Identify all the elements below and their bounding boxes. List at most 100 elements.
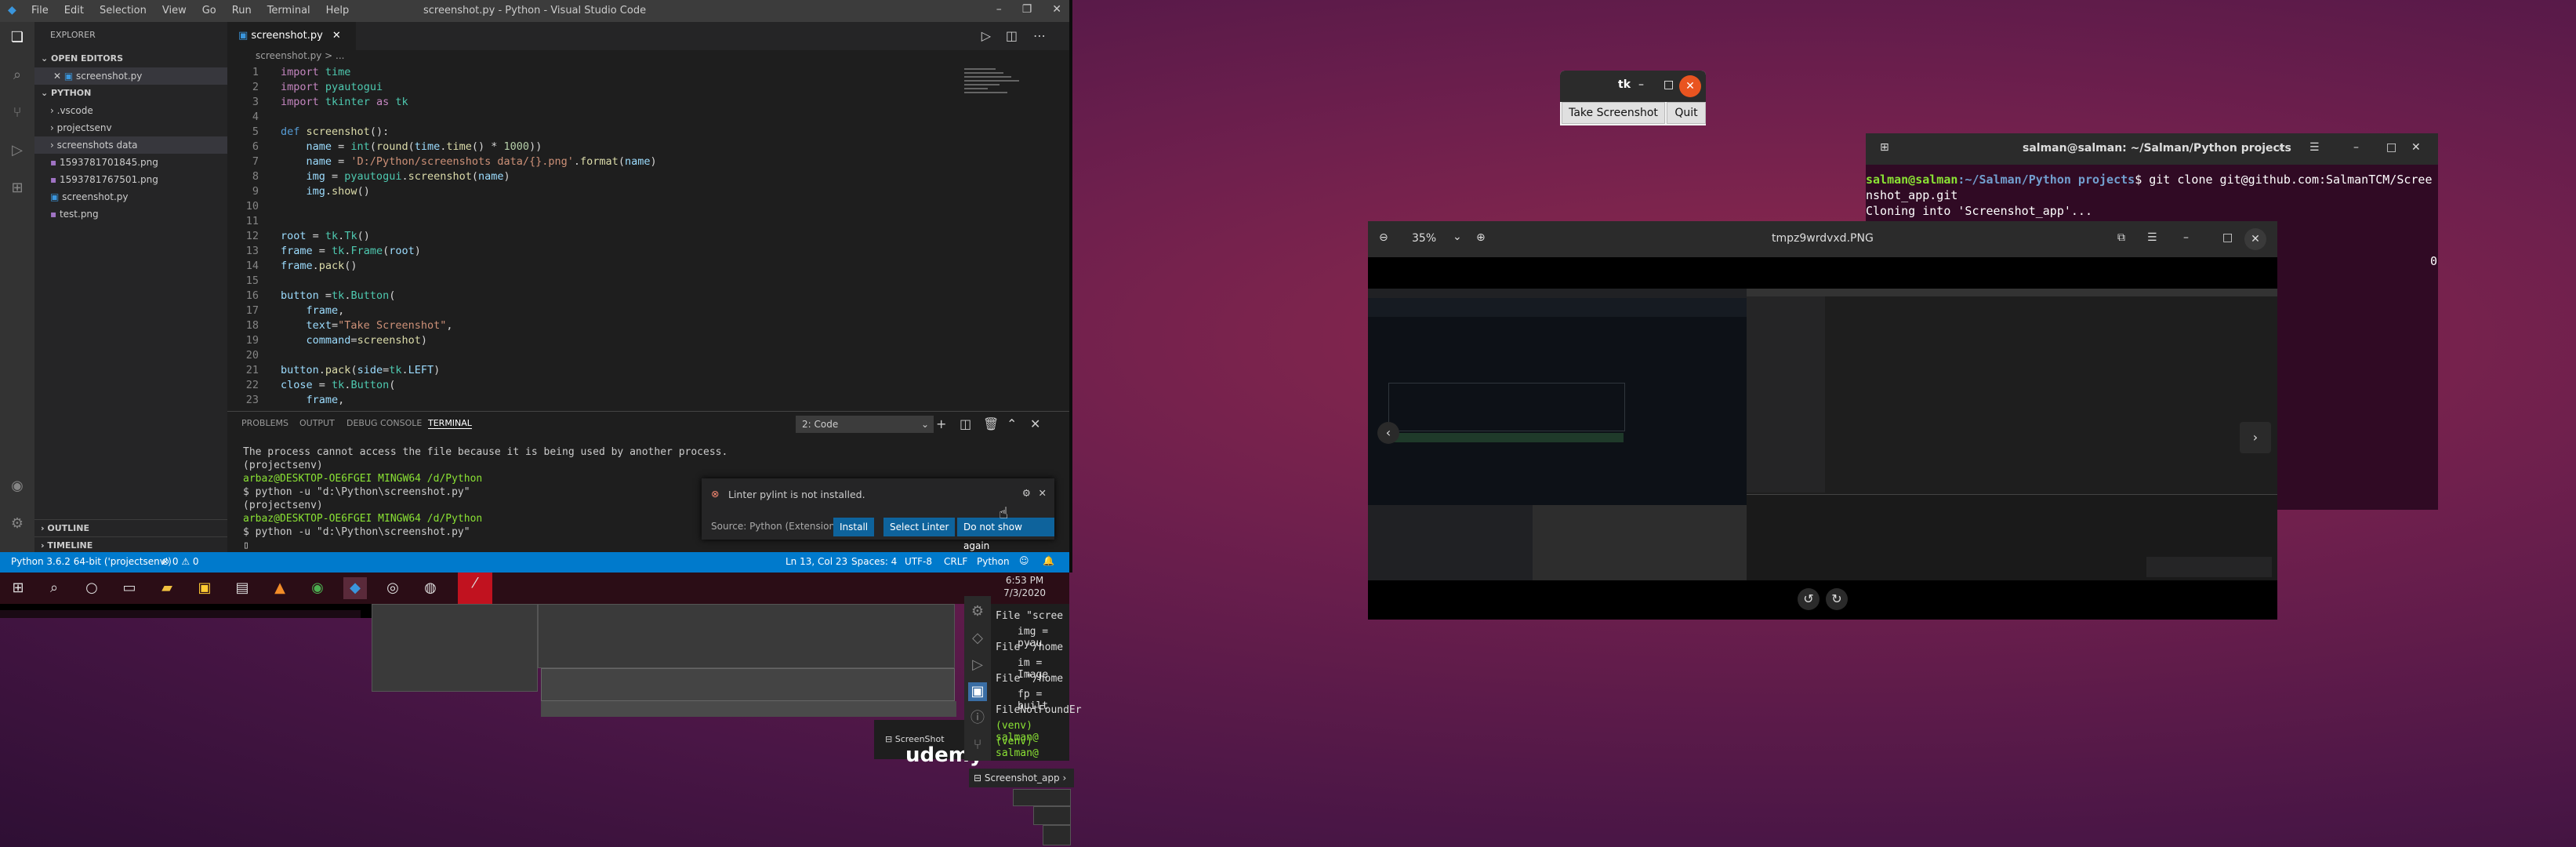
menu-go[interactable]: Go: [202, 5, 216, 16]
language-mode[interactable]: Python: [977, 556, 1010, 567]
search-icon[interactable]: ⌕: [8, 66, 27, 85]
zoom-level[interactable]: 35%: [1412, 232, 1436, 245]
menu-edit[interactable]: Edit: [64, 5, 84, 16]
rotate-icon[interactable]: ⧉: [2117, 231, 2125, 244]
tab-terminal[interactable]: TERMINAL: [428, 418, 472, 429]
gear-icon[interactable]: ⚙: [1022, 487, 1031, 499]
account-icon[interactable]: ◉: [8, 477, 27, 496]
task-view-icon[interactable]: ▭: [118, 577, 141, 599]
tab-problems[interactable]: PROBLEMS: [241, 418, 288, 428]
outline-section[interactable]: › OUTLINE: [34, 519, 234, 537]
open-editor-item[interactable]: ✕ ▣ screenshot.py: [34, 67, 246, 85]
file-explorer-icon[interactable]: ▰: [155, 577, 179, 599]
search-icon[interactable]: ⌕: [2278, 141, 2284, 154]
split-editor-icon[interactable]: ◫: [1006, 28, 1018, 43]
more-actions-icon[interactable]: ⋯: [1033, 28, 1046, 43]
run-icon[interactable]: ▷: [981, 28, 991, 43]
vlc-icon[interactable]: ▲: [268, 577, 292, 599]
close-icon[interactable]: ✕: [2244, 228, 2266, 250]
zoom-out-icon[interactable]: ⊖: [1379, 231, 1388, 244]
close-icon[interactable]: ✕: [1679, 75, 1701, 97]
eol[interactable]: CRLF: [944, 556, 967, 567]
next-image-icon[interactable]: ›: [2240, 422, 2271, 453]
run-debug-icon[interactable]: ▷: [8, 141, 27, 160]
run-icon[interactable]: ▷: [968, 656, 987, 674]
tab-output[interactable]: OUTPUT: [299, 418, 335, 428]
install-button[interactable]: Install: [833, 518, 875, 536]
tab-debug-console[interactable]: DEBUG CONSOLE: [346, 418, 422, 428]
explorer-item-screenshots-data[interactable]: › screenshots data: [34, 136, 243, 154]
chevron-down-icon[interactable]: ⌄: [1453, 231, 1462, 243]
cortana-icon[interactable]: ○: [80, 577, 103, 599]
minimize-icon[interactable]: –: [1638, 78, 1644, 91]
github-icon[interactable]: ◍: [419, 577, 442, 599]
info-icon[interactable]: ⓘ: [968, 709, 987, 728]
explorer-icon[interactable]: ▣: [968, 682, 987, 701]
trash-icon[interactable]: 🗑: [983, 416, 999, 431]
windows-start-icon[interactable]: ⊞: [6, 577, 30, 599]
indentation[interactable]: Spaces: 4: [851, 556, 897, 567]
encoding[interactable]: UTF-8: [905, 556, 932, 567]
maximize-icon[interactable]: □: [2386, 141, 2396, 154]
displayed-screenshot[interactable]: ‹ ›: [1368, 289, 2277, 581]
search-icon[interactable]: ⌕: [42, 577, 66, 599]
take-screenshot-button[interactable]: Take Screenshot: [1562, 102, 1665, 124]
minimize-icon[interactable]: –: [2183, 231, 2189, 244]
vscode-taskbar-icon[interactable]: ◆: [343, 577, 367, 599]
active-app-icon[interactable]: ⁄: [458, 573, 492, 604]
close-icon[interactable]: ✕: [2411, 141, 2421, 154]
hamburger-menu-icon[interactable]: ☰: [2147, 231, 2157, 244]
code-editor[interactable]: 1 import time 2 import pyautogui 3 impor…: [227, 66, 1069, 411]
close-icon[interactable]: ✕: [1039, 487, 1047, 499]
cursor-position[interactable]: Ln 13, Col 23: [785, 556, 847, 567]
settings-gear-icon[interactable]: ⚙: [968, 602, 987, 621]
python-interpreter[interactable]: Python 3.6.2 64-bit ('projectsenv'): [11, 556, 172, 567]
terminal-selector[interactable]: 2: Code ⌄: [796, 416, 934, 433]
explorer-item-screenshot-py[interactable]: ▣ screenshot.py: [34, 188, 243, 205]
menu-run[interactable]: Run: [232, 5, 252, 16]
close-icon[interactable]: ✕: [1052, 3, 1061, 16]
close-tab-icon[interactable]: ✕: [332, 30, 341, 42]
menu-selection[interactable]: Selection: [100, 5, 147, 16]
chrome-icon[interactable]: ◉: [306, 577, 329, 599]
minimap[interactable]: [964, 66, 1035, 144]
previous-image-icon[interactable]: ‹: [1377, 422, 1399, 444]
maximize-icon[interactable]: □: [1664, 78, 1674, 91]
source-control-icon[interactable]: ⑂: [8, 104, 27, 122]
close-panel-icon[interactable]: ✕: [1030, 416, 1040, 431]
menu-view[interactable]: View: [162, 5, 187, 16]
zoom-in-icon[interactable]: ⊕: [1476, 231, 1486, 244]
explorer-icon[interactable]: ❏: [8, 28, 27, 47]
branch-icon[interactable]: ⑂: [968, 736, 987, 754]
maximize-panel-icon[interactable]: ⌃: [1007, 416, 1017, 431]
explorer-item-png1[interactable]: ▪ 1593781701845.png: [34, 154, 243, 171]
clock[interactable]: 6:53 PM 7/3/2020: [1003, 574, 1046, 599]
problems-count[interactable]: ⊗ 0 ⚠ 0: [161, 556, 199, 567]
explorer-item-png2[interactable]: ▪ 1593781767501.png: [34, 171, 243, 188]
add-terminal-icon[interactable]: +: [936, 416, 946, 431]
maximize-icon[interactable]: □: [2222, 231, 2233, 244]
folder-section[interactable]: ⌄ PYTHON: [34, 85, 234, 102]
extensions-icon[interactable]: ⊞: [8, 179, 27, 198]
restore-icon[interactable]: ❐: [1022, 3, 1032, 16]
explorer-item-test-png[interactable]: ▪ test.png: [34, 205, 243, 223]
tab-screenshot-py[interactable]: ▣ screenshot.py ✕: [227, 22, 356, 50]
select-linter-button[interactable]: Select Linter: [883, 518, 956, 536]
open-editors-section[interactable]: ⌄ OPEN EDITORS: [34, 50, 234, 67]
rotate-right-icon[interactable]: ↻: [1826, 588, 1848, 610]
split-terminal-icon[interactable]: ◫: [960, 416, 971, 431]
breadcrumb[interactable]: screenshot.py > ...: [227, 50, 1098, 66]
bell-icon[interactable]: 🔔: [1043, 555, 1054, 566]
close-editor-icon[interactable]: ✕: [53, 71, 64, 82]
settings-gear-icon[interactable]: ⚙: [8, 514, 27, 533]
menu-file[interactable]: File: [31, 5, 49, 16]
layers-icon[interactable]: ◇: [968, 629, 987, 648]
obs-icon[interactable]: ◎: [381, 577, 405, 599]
menu-help[interactable]: Help: [326, 5, 350, 16]
minimize-icon[interactable]: –: [996, 3, 1002, 16]
store-icon[interactable]: ▣: [193, 577, 216, 599]
terminal-cursor[interactable]: ▯: [243, 540, 249, 551]
hamburger-menu-icon[interactable]: ☰: [2309, 141, 2320, 154]
explorer-item-projectsenv[interactable]: › projectsenv: [34, 119, 243, 136]
quit-button[interactable]: Quit: [1667, 102, 1706, 124]
